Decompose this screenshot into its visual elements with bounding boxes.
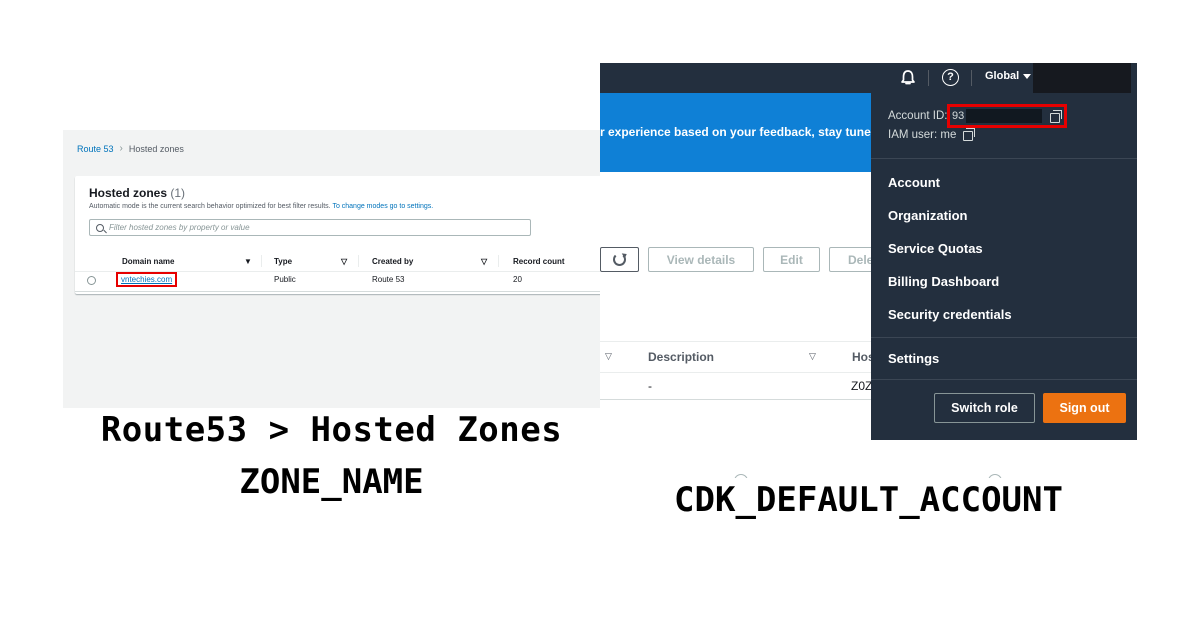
row-record-count: 20 [513,275,522,284]
menu-item-organization[interactable]: Organization [888,208,967,223]
row-type: Public [274,275,296,284]
aws-console-screenshot: ? Global r experience based on your feed… [600,63,1137,478]
bell-icon[interactable] [899,69,917,87]
hosted-zones-count: (1) [170,186,186,200]
column-header-label: Type [274,256,293,266]
search-mode-description: Automatic mode is the current search beh… [89,203,433,210]
sort-icon[interactable]: ▽ [341,251,347,271]
route53-screenshot: Route 53 › Hosted zones Hosted zones (1)… [63,130,600,408]
table-row[interactable]: - Z0Z [600,373,890,400]
sort-down-icon[interactable]: ▼ [244,251,252,271]
row-created-by: Route 53 [372,275,405,284]
radio-button[interactable] [988,474,1002,478]
caret-down-icon [1023,73,1032,79]
info-banner: r experience based on your feedback, sta… [600,93,893,172]
menu-item-service-quotas[interactable]: Service Quotas [888,241,983,256]
iam-user-label: IAM user: me [888,128,976,141]
caption-route53-path: Route53 > Hosted Zones [100,410,563,450]
copy-icon[interactable] [963,128,976,141]
edit-button[interactable]: Edit [763,247,820,272]
iam-user-text: IAM user: me [888,128,957,141]
account-id-label: Account ID: [888,110,948,122]
hosted-zones-title-text: Hosted zones [89,186,168,200]
menu-divider [871,379,1137,380]
radio-button[interactable] [734,474,748,478]
switch-role-button[interactable]: Switch role [934,393,1035,423]
menu-item-billing-dashboard[interactable]: Billing Dashboard [888,274,999,289]
row-select-radio[interactable] [87,276,96,285]
help-icon[interactable]: ? [942,69,959,86]
column-header-domain-name[interactable]: Domain name [122,251,174,271]
sign-out-button[interactable]: Sign out [1043,393,1126,423]
column-header-description[interactable]: Description [648,350,714,364]
column-header-type[interactable]: Type [274,251,292,271]
hosted-zones-title: Hosted zones (1) [89,186,185,200]
column-header-created-by[interactable]: Created by [372,251,413,271]
column-header-label: Record count [513,256,565,266]
column-header-label: Created by [372,256,414,266]
breadcrumb: Route 53 › Hosted zones [77,143,184,154]
sort-icon[interactable]: ▽ [605,351,612,362]
account-id-value: 93 [952,110,965,122]
breadcrumb-hosted-zones: Hosted zones [128,143,184,154]
account-dropdown-menu: Account ID: 93 IAM user: me Account Orga… [871,93,1137,440]
copy-icon[interactable] [1050,110,1062,123]
row-divider [75,291,600,292]
row-description: - [648,379,652,393]
refresh-button[interactable] [600,247,639,272]
account-menu-button[interactable] [1033,63,1131,95]
column-divider [358,255,359,267]
caption-zone-name: ZONE_NAME [239,462,424,502]
search-icon [96,223,104,232]
view-details-button[interactable]: View details [648,247,754,272]
navbar-divider [928,70,929,86]
hosted-zones-card: Hosted zones (1) Automatic mode is the c… [75,176,600,294]
refresh-icon [613,253,626,266]
region-selector[interactable]: Global [985,70,1032,82]
console-navbar: ? Global [600,63,1137,95]
column-header-record-count[interactable]: Record count [513,251,565,271]
search-mode-text: Automatic mode is the current search beh… [89,203,331,210]
records-table-header: ▽ Description ▽ Hos [600,341,890,373]
column-header-label: Domain name [122,256,175,266]
menu-divider [871,337,1137,338]
search-placeholder: Filter hosted zones by property or value [109,223,250,232]
chevron-right-icon: › [119,143,123,154]
account-id-redaction [966,109,1042,123]
column-divider [498,255,499,267]
region-label: Global [985,70,1020,82]
row-hosted-zone-id: Z0Z [851,379,873,393]
hosted-zones-search-input[interactable]: Filter hosted zones by property or value [89,219,531,236]
navbar-divider [971,70,972,86]
settings-link[interactable]: To change modes go to settings. [332,203,433,210]
sort-icon[interactable]: ▽ [481,251,487,271]
sort-icon[interactable]: ▽ [809,351,816,362]
menu-item-settings[interactable]: Settings [888,351,939,366]
menu-divider [871,158,1137,159]
column-divider [261,255,262,267]
menu-item-account[interactable]: Account [888,175,940,190]
menu-item-security-credentials[interactable]: Security credentials [888,307,1012,322]
breadcrumb-route53-link[interactable]: Route 53 [77,144,114,154]
banner-text: r experience based on your feedback, sta… [600,125,893,139]
domain-name-link[interactable]: vntechies.com [116,272,178,287]
caption-cdk-default-account: CDK_DEFAULT_ACCOUNT [674,480,1063,520]
table-row[interactable]: vntechies.com Public Route 53 20 [75,272,600,291]
